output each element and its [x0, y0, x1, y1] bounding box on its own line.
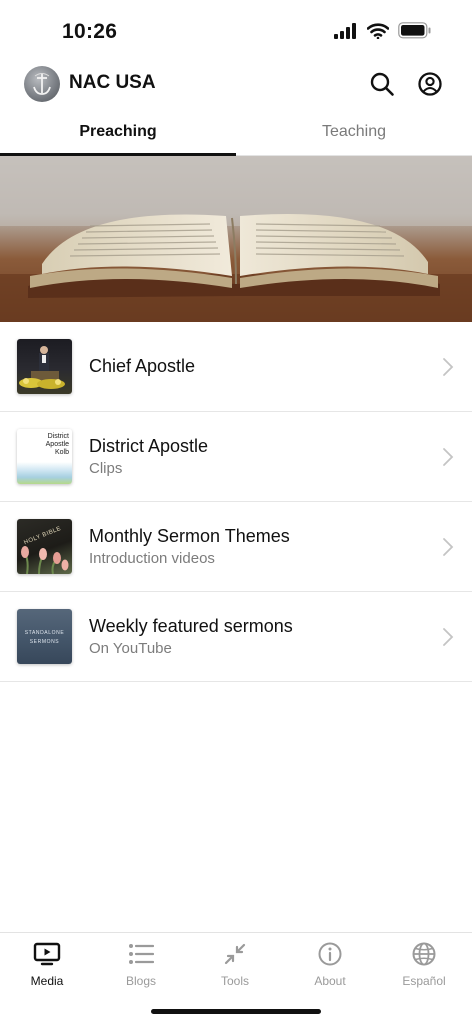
collapse-arrows-icon: [224, 943, 246, 965]
chevron-right-icon: [443, 448, 454, 466]
content-list: Chief Apostle District Apostle Kolb Dist…: [0, 322, 472, 682]
item-title: Monthly Sermon Themes: [89, 526, 290, 546]
open-book-illustration: [0, 156, 472, 322]
nav-about[interactable]: About: [283, 941, 377, 993]
list-item-chief-apostle[interactable]: Chief Apostle: [0, 322, 472, 412]
status-bar: 10:26: [0, 0, 472, 60]
thumb-text-line: STANDALONE: [24, 630, 65, 636]
thumb-district-apostle: District Apostle Kolb: [17, 429, 72, 484]
nav-label: Español: [402, 974, 446, 988]
chevron-right-icon: [443, 538, 454, 556]
nav-espanol[interactable]: Español: [377, 941, 471, 993]
tab-teaching[interactable]: Teaching: [236, 110, 472, 156]
home-indicator[interactable]: [151, 1009, 321, 1014]
nav-label: About: [314, 974, 346, 988]
thumb-monthly-sermon-themes: HOLY BIBLE: [17, 519, 72, 574]
anchor-cross-icon: [33, 73, 51, 95]
thumb-weekly-featured-sermons: STANDALONE SERMONS: [17, 609, 72, 664]
list-item-monthly-sermon-themes[interactable]: HOLY BIBLE Monthly Sermon Themes Introdu…: [0, 502, 472, 592]
item-subtitle: Introduction videos: [89, 550, 215, 567]
item-title: Chief Apostle: [89, 356, 196, 376]
search-icon: [370, 72, 394, 96]
wifi-icon: [367, 22, 389, 39]
chevron-right-icon: [443, 358, 454, 376]
chevron-right-icon: [443, 628, 454, 646]
user-circle-icon: [418, 72, 442, 96]
globe-icon: [412, 942, 436, 966]
thumb-chief-apostle: [17, 339, 72, 394]
nav-tools[interactable]: Tools: [188, 941, 282, 993]
item-title: Weekly featured sermons: [89, 616, 293, 636]
item-title: District Apostle: [89, 436, 209, 456]
tv-icon: [33, 942, 61, 966]
nav-label: Tools: [220, 974, 249, 988]
tab-preaching[interactable]: Preaching: [0, 110, 236, 156]
app-title: NAC USA: [69, 72, 156, 93]
battery-icon: [398, 22, 431, 39]
tab-bar: Preaching Teaching: [0, 110, 472, 156]
thumb-text-line: SERMONS: [29, 639, 60, 645]
info-icon: [318, 942, 342, 966]
hero-image-open-book: [0, 156, 472, 322]
thumb-text-line: Apostle: [45, 441, 69, 448]
status-icons: [334, 22, 432, 39]
nav-blogs[interactable]: Blogs: [94, 941, 188, 993]
list-item-weekly-featured-sermons[interactable]: STANDALONE SERMONS Weekly featured sermo…: [0, 592, 472, 682]
signal-icon: [334, 22, 356, 39]
nav-label: Blogs: [125, 974, 157, 988]
list-item-district-apostle[interactable]: District Apostle Kolb District Apostle C…: [0, 412, 472, 502]
thumb-text-line: District: [47, 433, 69, 440]
item-subtitle: On YouTube: [89, 640, 172, 657]
thumb-text-line: Kolb: [54, 449, 69, 456]
app-header: NAC USA: [0, 62, 472, 106]
nav-label: Media: [30, 974, 64, 988]
account-button[interactable]: [416, 70, 444, 98]
app-logo: [24, 66, 60, 102]
search-button[interactable]: [368, 70, 396, 98]
status-time: 10:26: [62, 20, 118, 43]
item-subtitle: Clips: [89, 460, 123, 477]
nav-media[interactable]: Media: [0, 941, 94, 993]
list-icon: [129, 944, 154, 964]
